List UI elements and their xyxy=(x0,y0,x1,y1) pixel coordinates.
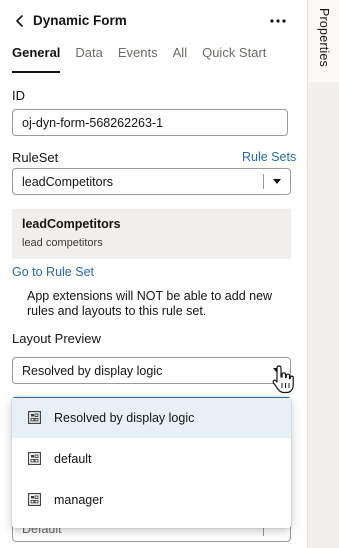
layout-preview-label: Layout Preview xyxy=(12,331,101,346)
tab-general[interactable]: General xyxy=(12,45,61,73)
panel-header: Dynamic Form xyxy=(0,0,307,42)
ruleset-select-value: leadCompetitors xyxy=(22,175,114,189)
tab-quick-start[interactable]: Quick Start xyxy=(202,45,266,73)
id-label: ID xyxy=(12,88,25,103)
ruleset-info-card: leadCompetitors lead competitors xyxy=(12,209,291,259)
ruleset-info-title: leadCompetitors xyxy=(22,217,121,231)
layout-preview-value: Resolved by display logic xyxy=(22,364,163,378)
hand-cursor-icon xyxy=(272,365,294,394)
properties-side-tab[interactable]: Properties xyxy=(307,0,339,548)
dropdown-option-label: Resolved by display logic xyxy=(54,411,195,425)
layout-preview-select[interactable]: Resolved by display logic xyxy=(12,357,291,384)
caret-down-icon[interactable] xyxy=(273,179,281,184)
ruleset-select[interactable]: leadCompetitors xyxy=(12,168,291,195)
extension-notice: App extensions will NOT be able to add n… xyxy=(27,289,273,318)
side-tab-label: Properties xyxy=(317,8,331,67)
ruleset-info-subtitle: lead competitors xyxy=(22,237,103,249)
id-input[interactable]: oj-dyn-form-568262263-1 xyxy=(12,109,288,136)
properties-panel: Dynamic Form General Data Events All Qui… xyxy=(0,0,307,548)
go-to-rule-set-link[interactable]: Go to Rule Set xyxy=(12,265,94,279)
dropdown-option[interactable]: manager xyxy=(12,480,291,521)
dropdown-option-label: default xyxy=(54,452,92,466)
layout-grid-icon xyxy=(28,493,41,506)
ruleset-label: RuleSet xyxy=(12,150,59,165)
layout-grid-icon xyxy=(28,452,41,465)
dropdown-option[interactable]: Resolved by display logic xyxy=(12,397,291,438)
panel-title: Dynamic Form xyxy=(33,13,127,28)
layout-grid-icon xyxy=(28,411,41,424)
tab-all[interactable]: All xyxy=(173,45,187,73)
tab-bar: General Data Events All Quick Start xyxy=(12,45,281,73)
select-divider xyxy=(263,174,264,189)
rule-sets-link[interactable]: Rule Sets xyxy=(242,150,296,164)
dropdown-option[interactable]: default xyxy=(12,439,291,480)
chevron-left-icon[interactable] xyxy=(12,12,28,30)
dropdown-option-label: manager xyxy=(54,493,104,507)
tab-events[interactable]: Events xyxy=(118,45,158,73)
more-options-icon[interactable] xyxy=(266,10,290,32)
tab-data[interactable]: Data xyxy=(75,45,102,73)
layout-preview-dropdown: Resolved by display logic default manage… xyxy=(12,397,291,528)
